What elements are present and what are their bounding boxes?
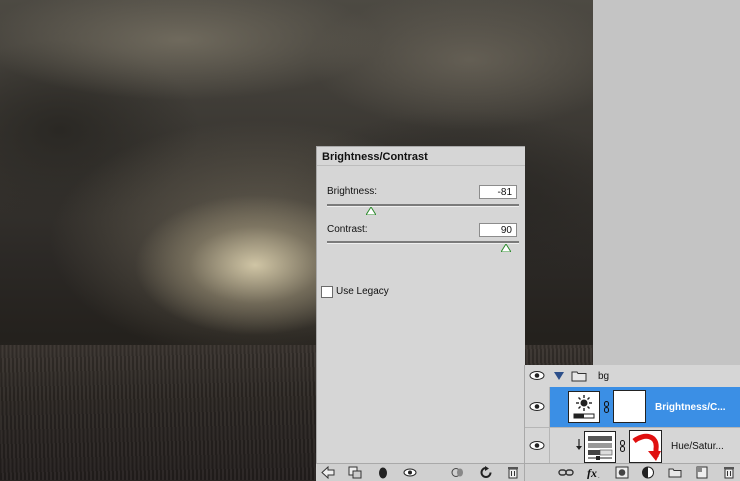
red-arrow-icon: [632, 433, 661, 461]
workspace-background: [593, 0, 740, 365]
adjustments-panel: Brightness/Contrast Brightness: -81 Cont…: [316, 146, 525, 481]
brightness-slider[interactable]: [327, 204, 519, 207]
clipping-arrow-icon: [576, 439, 582, 450]
brightness-label: Brightness:: [327, 186, 378, 197]
use-legacy-checkbox[interactable]: [321, 286, 333, 298]
link-icon[interactable]: [604, 401, 609, 413]
clip-to-layer-icon[interactable]: [348, 466, 362, 479]
svg-text:fx: fx: [587, 466, 597, 479]
delete-icon[interactable]: [722, 466, 736, 479]
new-layer-icon[interactable]: [695, 466, 709, 479]
previous-state-icon[interactable]: [451, 466, 465, 479]
layer-name[interactable]: Brightness/C...: [655, 402, 726, 413]
use-legacy-label: Use Legacy: [336, 286, 389, 297]
return-arrow-icon[interactable]: [321, 466, 335, 479]
folder-icon: [571, 371, 587, 382]
reset-icon[interactable]: [479, 466, 493, 479]
layer-row-hue-saturation[interactable]: Hue/Satur...: [525, 427, 740, 465]
delete-icon[interactable]: [506, 466, 520, 479]
eye-icon[interactable]: [529, 440, 545, 451]
hue-saturation-icon: [584, 431, 616, 463]
layer-row-brightness-contrast[interactable]: Brightness/C...: [525, 387, 740, 427]
fx-icon[interactable]: fx.: [586, 466, 604, 479]
contrast-label: Contrast:: [327, 224, 368, 235]
add-mask-icon[interactable]: [615, 466, 629, 479]
layer-name[interactable]: Hue/Satur...: [671, 441, 724, 452]
visibility-cell[interactable]: [525, 387, 550, 427]
contrast-slider[interactable]: [327, 241, 519, 244]
adjustments-toolbar: [316, 463, 525, 481]
eye-icon[interactable]: [403, 466, 417, 479]
visibility-toggle-icon[interactable]: [376, 466, 390, 479]
new-group-icon[interactable]: [668, 466, 682, 479]
new-adjustment-icon[interactable]: [641, 466, 655, 479]
layer-mask-thumbnail[interactable]: [629, 430, 662, 463]
layers-toolbar: fx.: [524, 463, 740, 481]
contrast-field[interactable]: 90: [479, 223, 517, 237]
layer-group-name: bg: [598, 371, 610, 382]
svg-text:.: .: [598, 474, 600, 479]
layer-mask-thumbnail[interactable]: [613, 390, 646, 423]
brightness-contrast-icon: [568, 391, 600, 423]
title-divider: [317, 165, 525, 166]
layer-group-row[interactable]: bg: [525, 365, 740, 388]
brightness-field[interactable]: -81: [479, 185, 517, 199]
chevron-down-icon[interactable]: [554, 372, 564, 380]
link-icon[interactable]: [620, 440, 625, 452]
eye-icon[interactable]: [529, 370, 545, 381]
eye-icon[interactable]: [529, 401, 545, 412]
link-layers-icon[interactable]: [558, 466, 574, 479]
visibility-cell[interactable]: [525, 428, 550, 465]
panel-title: Brightness/Contrast: [322, 151, 428, 163]
